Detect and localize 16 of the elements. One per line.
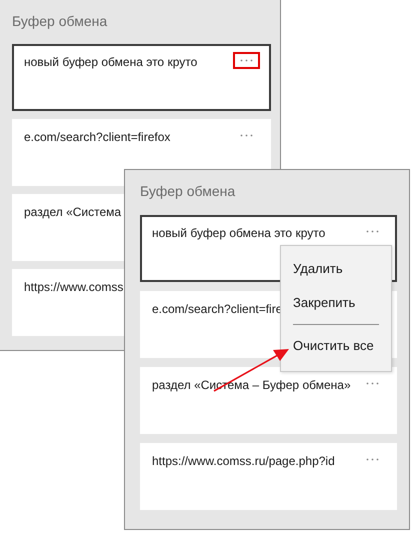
- clipboard-text: e.com/search?client=firefox: [24, 130, 170, 144]
- more-icon: [240, 59, 253, 62]
- clipboard-text: e.com/search?client=fire: [152, 302, 282, 316]
- more-icon: [366, 230, 379, 233]
- clipboard-text: раздел «Система: [24, 205, 122, 219]
- clipboard-text: https://www.comss: [24, 280, 124, 294]
- clipboard-text: https://www.comss.ru/page.php?id: [152, 454, 335, 468]
- more-button[interactable]: [234, 53, 259, 68]
- more-icon: [366, 382, 379, 385]
- clipboard-item[interactable]: новый буфер обмена это круто: [12, 44, 271, 111]
- clipboard-text: новый буфер обмена это круто: [152, 226, 326, 240]
- clipboard-item[interactable]: https://www.comss.ru/page.php?id: [140, 443, 397, 510]
- more-icon: [240, 134, 253, 137]
- more-icon: [366, 458, 379, 461]
- clipboard-text: новый буфер обмена это круто: [24, 55, 198, 69]
- panel-title: Буфер обмена: [12, 12, 108, 31]
